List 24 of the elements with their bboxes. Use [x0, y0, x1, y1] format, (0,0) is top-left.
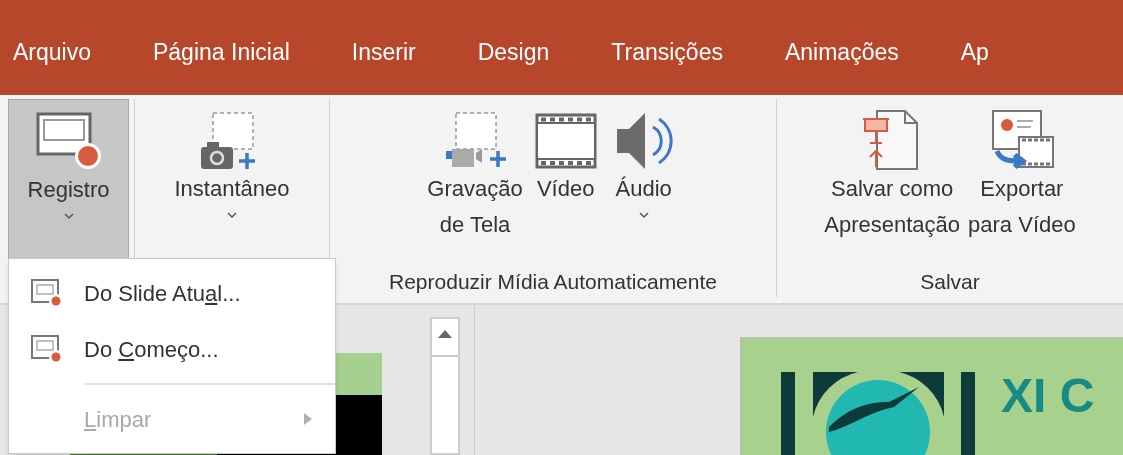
ribbon-button[interactable]: Registro [8, 99, 129, 261]
menu-item[interactable]: Do Começo... [9, 321, 335, 377]
group-label: Reproduzir Mídia Automaticamente [388, 269, 718, 295]
menu-tab[interactable]: Ap [929, 35, 1020, 70]
ribbon-button[interactable]: Instantâneo [172, 99, 292, 261]
ribbon-button[interactable]: Salvar como Apresentação [822, 99, 963, 261]
ribbon-button[interactable]: Exportar para Vídeo [966, 99, 1078, 261]
menu-tab[interactable]: Inserir [320, 35, 447, 70]
menu-tab[interactable]: Transições [580, 35, 754, 70]
menu-tab[interactable]: Arquivo [0, 35, 122, 70]
ribbon-button[interactable]: Áudio [606, 99, 681, 261]
slide-title: XI C [1001, 372, 1095, 420]
menu-tab[interactable]: Design [446, 35, 581, 70]
scroll-up-icon[interactable] [437, 329, 453, 339]
ribbon-button[interactable]: Gravação de Tela [425, 99, 525, 261]
menu-tab[interactable]: Animações [753, 35, 930, 70]
menu-tab[interactable]: Página Inicial [122, 35, 321, 70]
menu-item[interactable]: Do Slide Atual... [9, 265, 335, 321]
caret-icon [62, 212, 75, 220]
submenu-arrow-icon [303, 412, 313, 426]
caret-icon [637, 211, 650, 219]
group-label: Salvar [919, 269, 981, 295]
caret-icon [226, 211, 238, 219]
ribbon-button[interactable]: Vídeo [528, 99, 603, 261]
